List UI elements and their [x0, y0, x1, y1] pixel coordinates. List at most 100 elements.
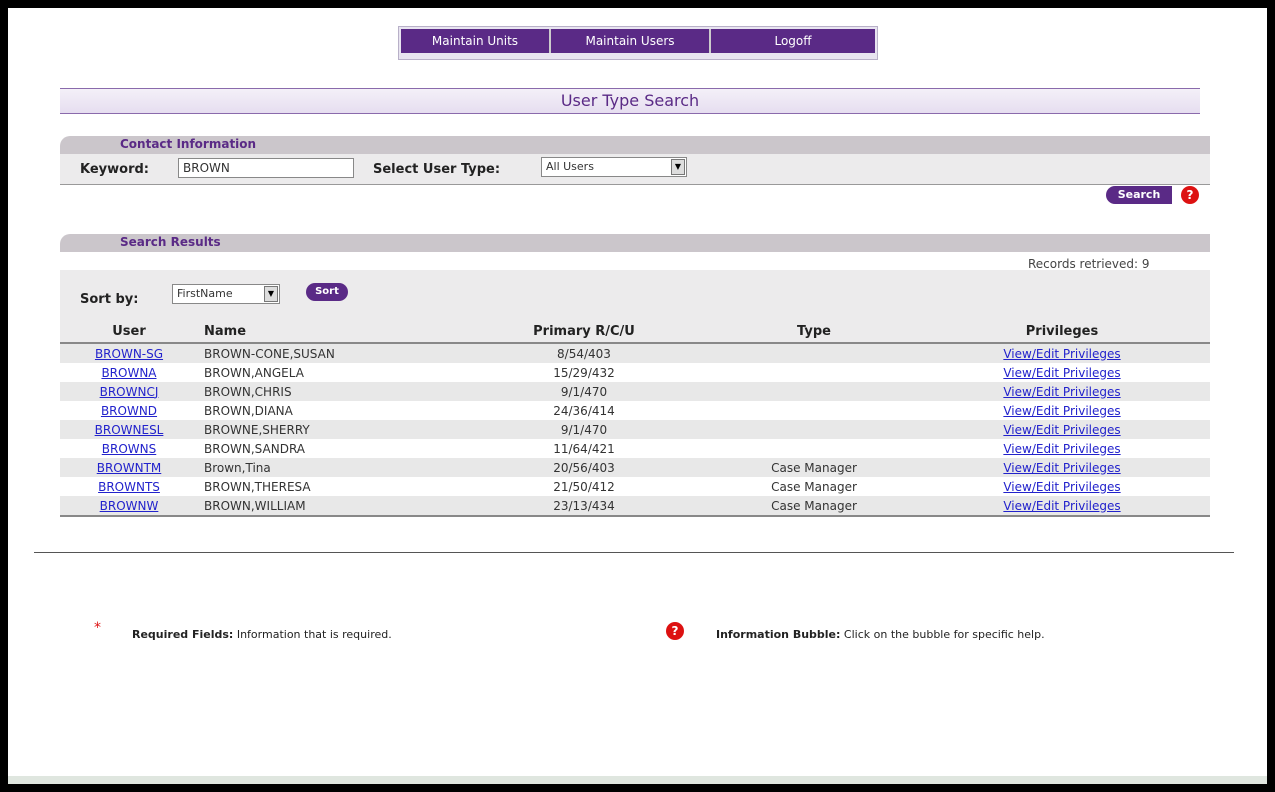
user-cell: BROWND [60, 401, 198, 420]
view-edit-privileges-cell: View/Edit Privileges [914, 382, 1210, 401]
primary-cell: 21/50/412 [454, 477, 714, 496]
primary-cell: 24/36/414 [454, 401, 714, 420]
sort-selected-value: FirstName [177, 287, 233, 300]
user-cell: BROWNS [60, 439, 198, 458]
view-edit-privileges-link[interactable]: View/Edit Privileges [1003, 499, 1120, 513]
contact-section-header: Contact Information [60, 136, 1210, 154]
primary-cell: 23/13/434 [454, 496, 714, 517]
view-edit-privileges-cell: View/Edit Privileges [914, 363, 1210, 382]
app-window: Maintain Units Maintain Users Logoff Use… [8, 8, 1267, 784]
table-header-row: User Name Primary R/C/U Type Privileges [60, 320, 1210, 344]
view-edit-privileges-link[interactable]: View/Edit Privileges [1003, 404, 1120, 418]
primary-cell: 9/1/470 [454, 382, 714, 401]
type-cell [714, 401, 914, 420]
required-fields-legend: Required Fields: Information that is req… [132, 628, 392, 641]
user-cell: BROWN-SG [60, 343, 198, 363]
user-link[interactable]: BROWN-SG [95, 347, 163, 361]
keyword-label: Keyword: [80, 162, 149, 177]
user-cell: BROWNA [60, 363, 198, 382]
results-section-title: Search Results [120, 235, 221, 249]
table-row: BROWNA BROWN,ANGELA 15/29/432 View/Edit Pri… [60, 363, 1210, 382]
view-edit-privileges-cell: View/Edit Privileges [914, 477, 1210, 496]
records-retrieved-count: Records retrieved: 9 [1028, 257, 1150, 271]
user-cell: BROWNTS [60, 477, 198, 496]
view-edit-privileges-link[interactable]: View/Edit Privileges [1003, 480, 1120, 494]
table-row: BROWNTM Brown,Tina 20/56/403 Case Manager Vi… [60, 458, 1210, 477]
results-section-header: Search Results [60, 234, 1210, 252]
name-cell: BROWN,THERESA [198, 477, 454, 496]
type-cell [714, 343, 914, 363]
column-header-privileges: Privileges [914, 320, 1210, 344]
view-edit-privileges-link[interactable]: View/Edit Privileges [1003, 366, 1120, 380]
view-edit-privileges-link[interactable]: View/Edit Privileges [1003, 423, 1120, 437]
dropdown-arrow-icon[interactable]: ▼ [264, 286, 278, 302]
column-header-name: Name [198, 320, 454, 344]
sort-by-select[interactable]: FirstName ▼ [172, 284, 280, 304]
required-fields-label: Required Fields: [132, 628, 234, 641]
type-cell [714, 420, 914, 439]
maintain-units-button[interactable]: Maintain Units [401, 29, 551, 53]
user-link[interactable]: BROWNA [101, 366, 156, 380]
top-navigation: Maintain Units Maintain Users Logoff [398, 26, 878, 60]
required-fields-description: Information that is required. [236, 628, 392, 641]
view-edit-privileges-link[interactable]: View/Edit Privileges [1003, 442, 1120, 456]
user-type-label: Select User Type: [373, 162, 501, 177]
name-cell: BROWN,DIANA [198, 401, 454, 420]
status-bar [8, 776, 1267, 784]
type-cell [714, 382, 914, 401]
user-type-selected-value: All Users [546, 160, 594, 173]
column-header-primary: Primary R/C/U [454, 320, 714, 344]
user-link[interactable]: BROWNESL [95, 423, 164, 437]
name-cell: BROWNE,SHERRY [198, 420, 454, 439]
maintain-users-button[interactable]: Maintain Users [551, 29, 711, 53]
name-cell: BROWN-CONE,SUSAN [198, 343, 454, 363]
logoff-button[interactable]: Logoff [711, 29, 875, 53]
table-row: BROWNW BROWN,WILLIAM 23/13/434 Case Manager… [60, 496, 1210, 517]
user-link[interactable]: BROWNCJ [100, 385, 159, 399]
view-edit-privileges-cell: View/Edit Privileges [914, 401, 1210, 420]
keyword-input[interactable] [178, 158, 354, 178]
sort-button[interactable]: Sort [306, 283, 348, 301]
contact-section-title: Contact Information [120, 137, 257, 151]
name-cell: BROWN,ANGELA [198, 363, 454, 382]
name-cell: BROWN,WILLIAM [198, 496, 454, 517]
user-link[interactable]: BROWNW [100, 499, 159, 513]
user-link[interactable]: BROWND [101, 404, 157, 418]
user-type-select[interactable]: All Users ▼ [541, 157, 687, 177]
name-cell: BROWN,SANDRA [198, 439, 454, 458]
table-row: BROWND BROWN,DIANA 24/36/414 View/Edit Priv… [60, 401, 1210, 420]
dropdown-arrow-icon[interactable]: ▼ [671, 159, 685, 175]
search-button[interactable]: Search [1106, 186, 1172, 204]
type-cell [714, 363, 914, 382]
type-cell: Case Manager [714, 477, 914, 496]
table-row: BROWNTS BROWN,THERESA 21/50/412 Case Manage… [60, 477, 1210, 496]
view-edit-privileges-link[interactable]: View/Edit Privileges [1003, 385, 1120, 399]
page-title: User Type Search [60, 88, 1200, 114]
view-edit-privileges-cell: View/Edit Privileges [914, 343, 1210, 363]
user-cell: BROWNTM [60, 458, 198, 477]
name-cell: Brown,Tina [198, 458, 454, 477]
table-row: BROWNS BROWN,SANDRA 11/64/421 View/Edit Pri… [60, 439, 1210, 458]
results-table: User Name Primary R/C/U Type Privileges … [60, 320, 1210, 517]
table-row: BROWNCJ BROWN,CHRIS 9/1/470 View/Edit Privi… [60, 382, 1210, 401]
help-bubble-icon[interactable]: ? [1181, 186, 1199, 204]
column-header-user: User [60, 320, 198, 344]
type-cell [714, 439, 914, 458]
view-edit-privileges-link[interactable]: View/Edit Privileges [1003, 461, 1120, 475]
user-link[interactable]: BROWNTS [98, 480, 160, 494]
primary-cell: 9/1/470 [454, 420, 714, 439]
primary-cell: 15/29/432 [454, 363, 714, 382]
divider [34, 552, 1234, 553]
info-bubble-label: Information Bubble: [716, 628, 841, 641]
table-row: BROWNESL BROWNE,SHERRY 9/1/470 View/Edit Pr… [60, 420, 1210, 439]
user-link[interactable]: BROWNS [102, 442, 156, 456]
info-bubble-icon: ? [666, 622, 684, 640]
contact-form-row: Keyword: Select User Type: All Users ▼ [60, 154, 1210, 185]
required-star-icon: * [94, 620, 101, 636]
view-edit-privileges-link[interactable]: View/Edit Privileges [1003, 347, 1120, 361]
info-bubble-legend: Information Bubble: Click on the bubble … [716, 628, 1045, 641]
info-bubble-description: Click on the bubble for specific help. [843, 628, 1045, 641]
sort-by-label: Sort by: [80, 292, 139, 307]
user-link[interactable]: BROWNTM [97, 461, 162, 475]
type-cell: Case Manager [714, 458, 914, 477]
